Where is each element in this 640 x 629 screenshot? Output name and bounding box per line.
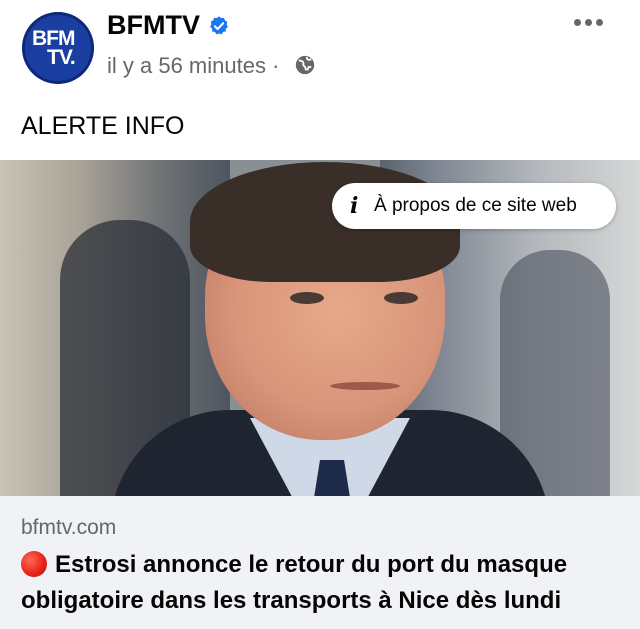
page-name[interactable]: BFMTV bbox=[107, 10, 200, 41]
subject-eye bbox=[384, 292, 418, 304]
logo-text-line2: TV. bbox=[47, 46, 76, 69]
post-text: ALERTE INFO bbox=[21, 112, 185, 140]
link-headline[interactable]: Estrosi annonce le retour du port du mas… bbox=[21, 547, 621, 619]
about-site-label: À propos de ce site web bbox=[374, 195, 577, 216]
verified-badge-icon bbox=[210, 16, 228, 35]
globe-icon bbox=[295, 55, 315, 75]
page-avatar[interactable]: BFM TV. bbox=[22, 12, 94, 84]
subject-eye bbox=[290, 292, 324, 304]
link-headline-text: Estrosi annonce le retour du port du mas… bbox=[21, 551, 568, 614]
more-dot bbox=[596, 18, 603, 26]
more-dot bbox=[574, 18, 581, 26]
info-icon: i bbox=[350, 193, 359, 219]
more-options-button[interactable] bbox=[574, 14, 608, 30]
post-header: BFM TV. BFMTV il y a 56 minutes · bbox=[0, 0, 640, 100]
link-domain: bfmtv.com bbox=[21, 516, 117, 539]
more-dot bbox=[585, 18, 592, 26]
about-site-button[interactable]: i À propos de ce site web bbox=[332, 183, 616, 229]
post-timestamp[interactable]: il y a 56 minutes · bbox=[107, 53, 279, 79]
subject-mouth bbox=[330, 382, 400, 390]
